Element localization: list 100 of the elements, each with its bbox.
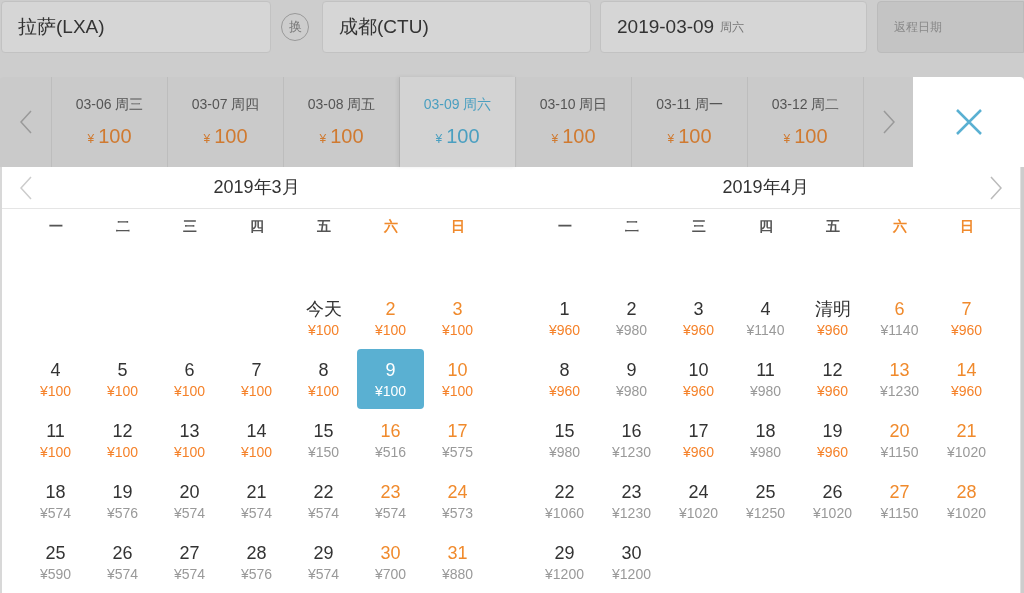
calendar-day[interactable]: 11 ¥100	[22, 410, 89, 470]
calendar-day[interactable]: 16 ¥1230	[598, 410, 665, 470]
day-number: 26	[822, 481, 843, 504]
price-text: 100	[562, 123, 596, 149]
chevron-left-icon	[19, 110, 32, 134]
day-price: ¥100	[374, 321, 407, 339]
calendar-day[interactable]: 25 ¥590	[22, 532, 89, 592]
chevron-left-icon[interactable]	[20, 175, 32, 200]
month-title: 2019年4月	[722, 176, 809, 200]
day-number: 4	[50, 359, 61, 382]
day-price: ¥980	[615, 382, 648, 400]
calendar-day[interactable]: 8 ¥100	[290, 349, 357, 409]
weekday-header: 六	[382, 217, 399, 237]
depart-date-field[interactable]: 2019-03-09 周六	[600, 1, 867, 53]
calendar-day[interactable]: 23 ¥1230	[598, 471, 665, 531]
calendar-day[interactable]: 12 ¥100	[89, 410, 156, 470]
day-price: ¥960	[816, 443, 849, 461]
day-price: ¥1200	[612, 565, 651, 583]
day-number: 9	[626, 359, 637, 382]
day-price: ¥1020	[947, 443, 986, 461]
day-price: ¥980	[749, 382, 782, 400]
calendar-day[interactable]: 29 ¥574	[290, 532, 357, 592]
day-number: 7	[251, 359, 262, 382]
calendar-day[interactable]: 18 ¥574	[22, 471, 89, 531]
day-price: ¥1230	[880, 382, 919, 400]
day-number: 17	[688, 420, 709, 443]
day-price: ¥100	[39, 382, 72, 400]
close-button[interactable]	[913, 77, 1024, 167]
calendar-day[interactable]: 今天 ¥100	[290, 288, 357, 348]
day-price: ¥980	[615, 321, 648, 339]
calendar-day[interactable]: 8 ¥960	[531, 349, 598, 409]
weekday-header: 日	[958, 217, 975, 237]
day-price: ¥100	[441, 382, 474, 400]
calendar-day[interactable]: 30 ¥1200	[598, 532, 665, 592]
day-number: 14	[956, 359, 977, 382]
calendar-day[interactable]: 15 ¥980	[531, 410, 598, 470]
day-number: 24	[447, 481, 468, 504]
day-number: 27	[889, 481, 910, 504]
day-price: ¥1060	[545, 504, 584, 522]
calendar-day[interactable]: 2 ¥980	[598, 288, 665, 348]
price-text: 100	[98, 123, 132, 149]
calendar-day[interactable]: 清明 ¥960	[799, 288, 866, 348]
day-price: ¥1150	[880, 443, 919, 461]
day-price: ¥574	[374, 504, 407, 522]
calendar-day[interactable]: 19 ¥576	[89, 471, 156, 531]
day-number: 31	[447, 542, 468, 565]
day-price: ¥574	[106, 565, 139, 583]
day-price: ¥574	[173, 504, 206, 522]
day-number: 20	[179, 481, 200, 504]
calendar-day[interactable]: 21 ¥574	[223, 471, 290, 531]
calendar-day[interactable]: 13 ¥100	[156, 410, 223, 470]
calendar-day[interactable]: 7 ¥100	[223, 349, 290, 409]
day-price: ¥1230	[612, 443, 651, 461]
calendar-day[interactable]: 28 ¥576	[223, 532, 290, 592]
day-price: ¥100	[374, 382, 407, 400]
calendar-day[interactable]: 17 ¥960	[665, 410, 732, 470]
day-number: 28	[246, 542, 267, 565]
calendar-day[interactable]: 10 ¥960	[665, 349, 732, 409]
day-number: 25	[755, 481, 776, 504]
calendar-day[interactable]: 24 ¥1020	[665, 471, 732, 531]
day-number: 19	[822, 420, 843, 443]
date-label: 03-07 周四	[191, 94, 260, 114]
price-text: 100	[446, 123, 480, 149]
calendar-day[interactable]: 4 ¥1140	[732, 288, 799, 348]
day-number: 23	[380, 481, 401, 504]
chevron-right-icon[interactable]	[990, 175, 1002, 200]
origin-field[interactable]: 拉萨(LXA)	[1, 1, 271, 53]
day-price: ¥590	[39, 565, 72, 583]
weekday-header: 六	[891, 217, 908, 237]
calendar-day[interactable]: 15 ¥150	[290, 410, 357, 470]
destination-field[interactable]: 成都(CTU)	[322, 1, 591, 53]
calendar-day[interactable]: 27 ¥574	[156, 532, 223, 592]
calendar-day[interactable]: 14 ¥100	[223, 410, 290, 470]
calendar-day[interactable]: 12 ¥960	[799, 349, 866, 409]
day-price: ¥960	[682, 443, 715, 461]
date-label: 03-11 周一	[656, 94, 723, 114]
calendar-day[interactable]: 5 ¥100	[89, 349, 156, 409]
calendar-day[interactable]: 3 ¥960	[665, 288, 732, 348]
day-number: 29	[554, 542, 575, 565]
calendar-day[interactable]: 11 ¥980	[732, 349, 799, 409]
price-text: 100	[214, 123, 248, 149]
currency-symbol: ¥	[783, 130, 791, 148]
calendar-day[interactable]: 25 ¥1250	[732, 471, 799, 531]
calendar-day[interactable]: 19 ¥960	[799, 410, 866, 470]
day-price: ¥1020	[947, 504, 986, 522]
day-number: 19	[112, 481, 133, 504]
calendar-day[interactable]: 6 ¥100	[156, 349, 223, 409]
calendar-day[interactable]: 9 ¥980	[598, 349, 665, 409]
calendar-day[interactable]: 22 ¥1060	[531, 471, 598, 531]
calendar-day[interactable]: 1 ¥960	[531, 288, 598, 348]
calendar-day[interactable]: 26 ¥574	[89, 532, 156, 592]
calendar-day[interactable]: 18 ¥980	[732, 410, 799, 470]
calendar-day[interactable]: 4 ¥100	[22, 349, 89, 409]
day-price: ¥1140	[880, 321, 919, 339]
day-price: ¥100	[307, 321, 340, 339]
calendar-day[interactable]: 26 ¥1020	[799, 471, 866, 531]
calendar-day[interactable]: 22 ¥574	[290, 471, 357, 531]
day-price: ¥960	[548, 382, 581, 400]
calendar-day[interactable]: 29 ¥1200	[531, 532, 598, 592]
calendar-day[interactable]: 20 ¥574	[156, 471, 223, 531]
